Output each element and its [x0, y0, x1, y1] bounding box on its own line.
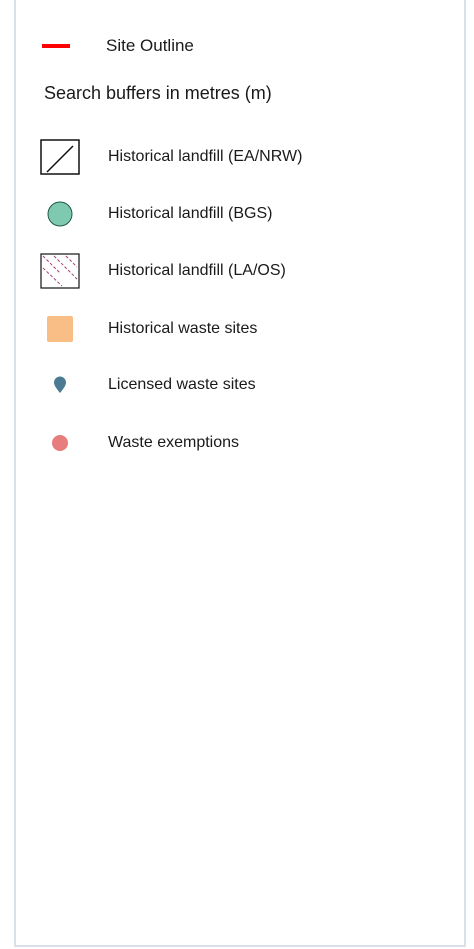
legend-item-historical-landfill-bgs: Historical landfill (BGS) [38, 196, 458, 232]
legend-item-licensed-waste-sites: Licensed waste sites [38, 367, 458, 403]
dot-icon [38, 425, 82, 461]
legend-item-label: Historical landfill (EA/NRW) [108, 148, 303, 165]
site-outline-label: Site Outline [106, 36, 194, 55]
red-line-icon [42, 44, 70, 48]
legend-item-label: Historical waste sites [108, 320, 258, 337]
legend-item-label: Historical landfill (BGS) [108, 205, 273, 222]
legend-item-historical-waste-sites: Historical waste sites [38, 311, 458, 347]
legend-item-label: Waste exemptions [108, 434, 240, 451]
legend-item-historical-landfill-la-os: Historical landfill (LA/OS) [38, 253, 458, 289]
legend-item-label: Historical landfill (LA/OS) [108, 262, 286, 279]
map-legend-panel: Site Outline Search buffers in metres (m… [14, 0, 466, 947]
square-icon [38, 311, 82, 347]
circle-icon [38, 196, 82, 232]
legend-item-historical-landfill-ea-nrw: Historical landfill (EA/NRW) [38, 139, 458, 175]
legend-item-waste-exemptions: Waste exemptions [38, 425, 458, 461]
legend-site-outline: Site Outline [42, 34, 194, 58]
map-pin-icon [38, 367, 82, 403]
hatched-square-icon [38, 253, 82, 289]
search-buffers-heading: Search buffers in metres (m) [44, 83, 272, 103]
diagonal-line-square-icon [38, 139, 82, 175]
legend-item-label: Licensed waste sites [108, 376, 256, 393]
